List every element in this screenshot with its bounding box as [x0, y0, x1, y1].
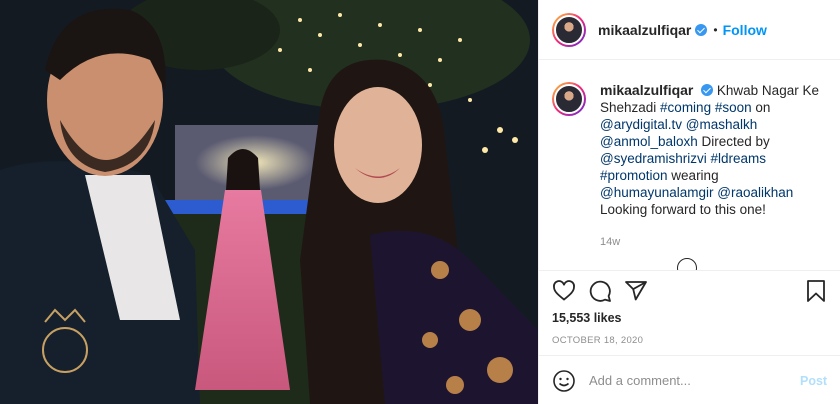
author-avatar[interactable] — [552, 12, 586, 47]
caption-tag-link[interactable]: #promotion — [600, 168, 668, 183]
caption-tag-link[interactable]: #soon — [715, 100, 752, 115]
follow-button[interactable]: Follow — [723, 22, 767, 38]
heart-icon[interactable] — [552, 279, 578, 305]
verified-badge-icon — [695, 23, 708, 36]
header-separator: • — [713, 22, 718, 37]
comment-input[interactable] — [589, 373, 794, 388]
caption-tag-link[interactable]: #ldreams — [711, 151, 767, 166]
post-details-panel: mikaalzulfiqar • Follow mikaalzulfiqar K… — [538, 0, 840, 404]
verified-badge-icon — [701, 84, 714, 96]
post-date: OCTOBER 18, 2020 — [552, 335, 644, 346]
caption-author-avatar[interactable] — [552, 82, 586, 116]
caption-text-segment: wearing — [667, 168, 719, 183]
comment-bubble-icon[interactable] — [588, 279, 614, 305]
post-photo[interactable] — [0, 0, 538, 404]
caption-body: mikaalzulfiqar Khwab Nagar Ke Shehzadi #… — [600, 82, 820, 270]
caption-tag-link[interactable]: @mashalkh — [686, 117, 757, 132]
smiley-icon[interactable] — [552, 369, 576, 393]
caption-tag-link[interactable]: @anmol_baloxh — [600, 134, 698, 149]
post-comment-button[interactable]: Post — [800, 374, 827, 388]
caption-tag-link[interactable]: @arydigital.tv — [600, 117, 682, 132]
caption-tag-link[interactable]: @raoalikhan — [717, 185, 793, 200]
likes-count[interactable]: 15,553 likes — [552, 311, 622, 325]
caption-text: mikaalzulfiqar Khwab Nagar Ke Shehzadi #… — [600, 82, 819, 217]
bookmark-icon[interactable] — [804, 279, 830, 305]
comment-form: Post — [539, 355, 840, 404]
caption-author-username[interactable]: mikaalzulfiqar — [600, 82, 693, 98]
post-header: mikaalzulfiqar • Follow — [539, 0, 840, 60]
paper-plane-icon[interactable] — [624, 279, 650, 305]
caption-tag-link[interactable]: @humayunalamgir — [600, 185, 714, 200]
post-time-ago[interactable]: 14w — [600, 234, 820, 251]
post-actions: 15,553 likes OCTOBER 18, 2020 Post — [539, 270, 840, 398]
caption-tag-link[interactable]: #coming — [660, 100, 711, 115]
author-username[interactable]: mikaalzulfiqar — [598, 22, 691, 38]
caption-text-segment: Directed by — [697, 134, 770, 149]
photo-illustration — [0, 0, 538, 404]
caption-tag-link[interactable]: @syedramishrizvi — [600, 151, 707, 166]
post-caption: mikaalzulfiqar Khwab Nagar Ke Shehzadi #… — [539, 60, 840, 270]
caption-text-segment: on — [751, 100, 771, 115]
caption-text-segment: Looking forward to this one! — [600, 202, 766, 217]
action-row — [552, 279, 828, 307]
